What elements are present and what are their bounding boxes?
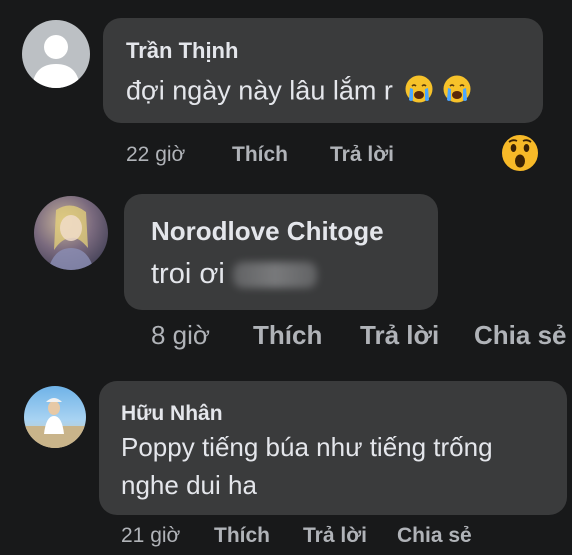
blurred-text [232,262,317,289]
comment-time[interactable]: 8 giờ [151,320,210,351]
comment-time[interactable]: 21 giờ [121,524,180,548]
comment-author[interactable]: Norodlove Chitoge [151,216,384,247]
comment-text: troi ơi [151,258,317,291]
like-button[interactable]: Thích [232,143,288,167]
avatar[interactable] [24,386,86,448]
comment-author[interactable]: Trần Thịnh [126,38,238,64]
share-button[interactable]: Chia sẻ [474,320,567,351]
reply-button[interactable]: Trả lời [330,143,394,167]
profile-photo-icon [48,205,94,270]
crying-face-icon [442,74,472,111]
like-button[interactable]: Thích [253,320,322,351]
reply-button[interactable]: Trả lời [360,320,439,351]
comment-text-content: đợi ngày này lâu lắm r [126,75,393,106]
profile-photo-icon [24,398,86,448]
reply-button[interactable]: Trả lời [303,524,367,548]
avatar[interactable] [34,196,108,270]
comment-text-line-2: nghe dui ha [121,470,257,500]
comment-author[interactable]: Hữu Nhân [121,402,223,426]
crying-face-icon [404,74,434,111]
comment-text-content: troi ơi [151,258,225,290]
like-button[interactable]: Thích [214,524,270,548]
comment-bubble [124,194,438,310]
person-icon [32,35,80,88]
comment-text: đợi ngày này lâu lắm r [126,74,472,111]
comment-text-line-1: Poppy tiếng búa như tiếng trống [121,432,493,462]
default-avatar[interactable] [22,20,90,88]
comment-time[interactable]: 22 giờ [126,143,185,167]
wow-reaction-icon[interactable] [500,133,540,173]
share-button[interactable]: Chia sẻ [397,524,472,548]
